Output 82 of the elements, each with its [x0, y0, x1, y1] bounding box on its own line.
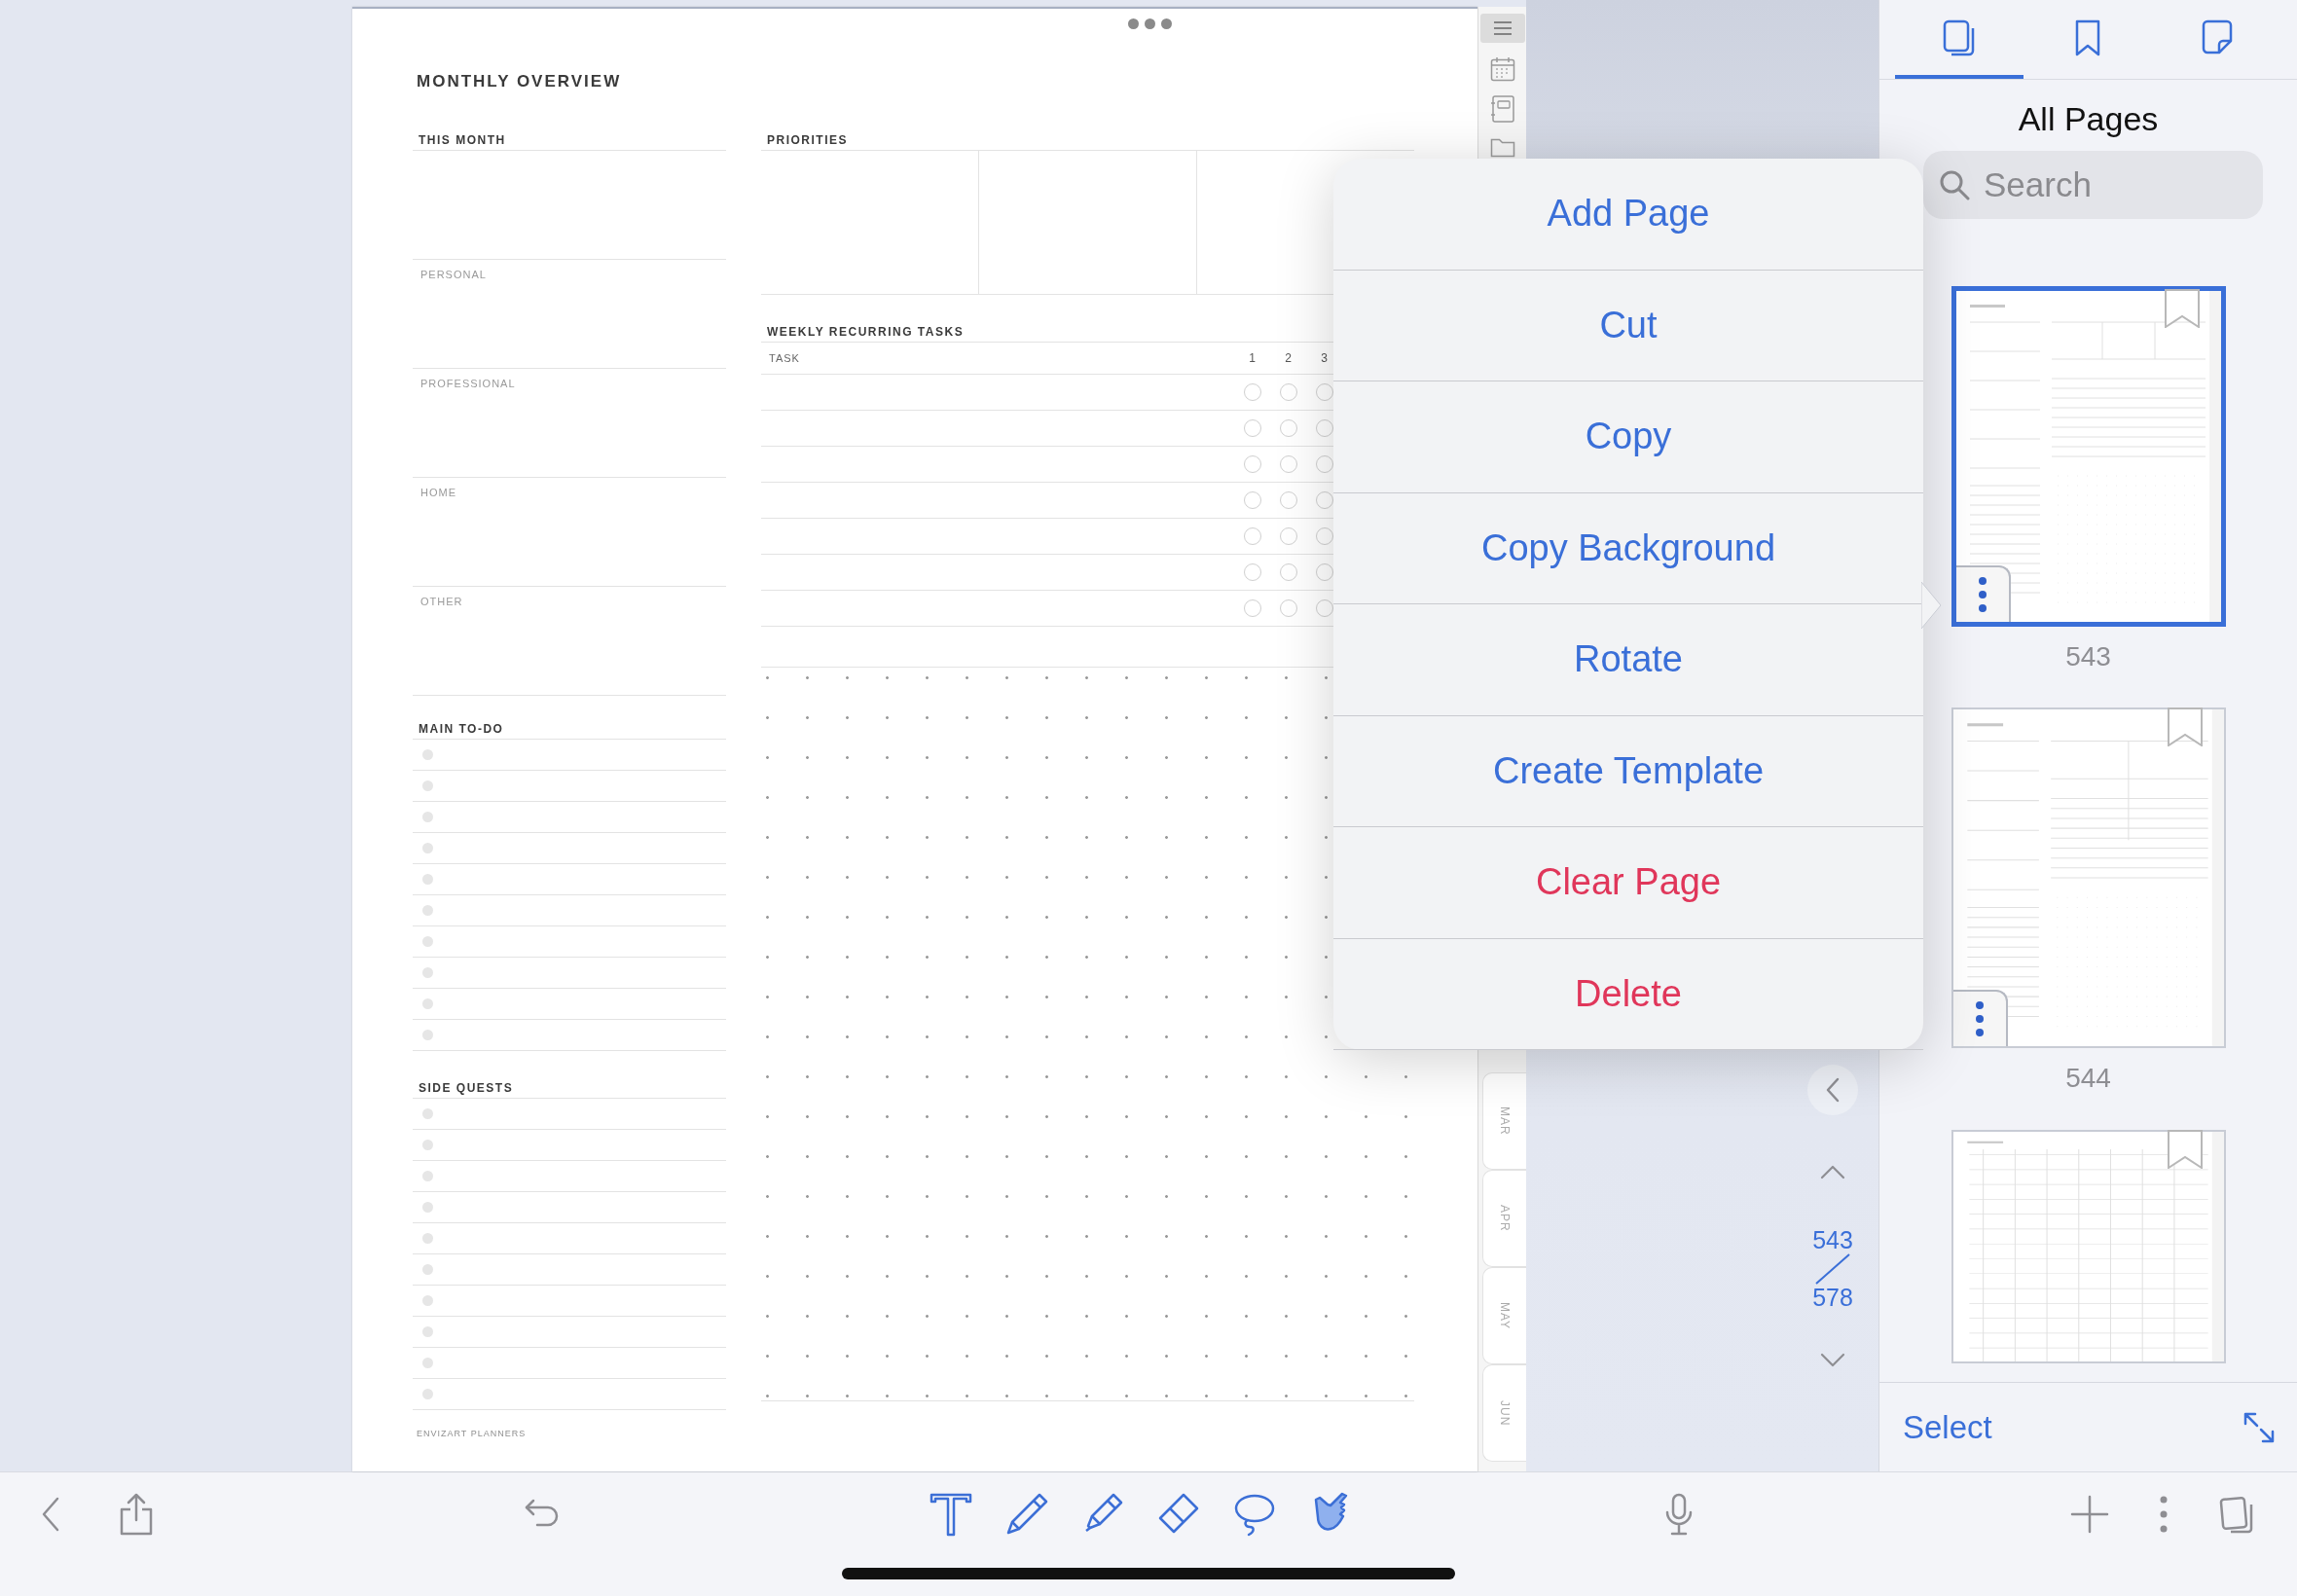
more-icon — [2159, 1495, 2169, 1534]
bookmark-icon[interactable] — [2167, 1130, 2203, 1169]
search-icon — [1939, 168, 1970, 200]
section-heading: THIS MONTH — [419, 132, 506, 149]
text-tool-icon — [929, 1492, 973, 1537]
bullet-icon — [422, 843, 433, 853]
share-icon — [118, 1493, 155, 1536]
page-menu-tab[interactable] — [1952, 990, 2008, 1047]
chevron-up-icon — [1820, 1164, 1845, 1179]
next-page-button[interactable] — [1820, 1353, 1845, 1368]
month-tab[interactable]: MAY — [1481, 1267, 1527, 1364]
bullet-icon — [422, 1030, 433, 1040]
bullet-icon — [422, 1171, 433, 1181]
bullet-icon — [422, 1326, 433, 1337]
bullet-icon — [422, 812, 433, 822]
expand-icon — [2242, 1410, 2276, 1444]
menu-icon — [1492, 21, 1513, 35]
month-tab[interactable]: APR — [1481, 1170, 1527, 1267]
section-heading: SIDE QUESTS — [419, 1080, 514, 1097]
section-heading: PRIORITIES — [767, 132, 848, 149]
month-tab[interactable]: MAR — [1481, 1072, 1527, 1170]
chevron-down-icon — [1820, 1353, 1845, 1368]
column-header: 3 — [1321, 350, 1328, 367]
previous-page-button[interactable] — [1820, 1164, 1845, 1179]
column-header: TASK — [768, 350, 800, 366]
bookmark-icon[interactable] — [2164, 288, 2200, 328]
search-field[interactable]: Search — [1923, 150, 2263, 219]
section-heading: MAIN TO-DO — [419, 721, 504, 738]
bookmark-icon[interactable] — [2167, 707, 2203, 747]
menu-item[interactable]: Delete — [1333, 938, 1923, 1050]
bullet-icon — [422, 1202, 433, 1213]
lasso-icon — [1232, 1492, 1277, 1537]
section-label: OTHER — [419, 595, 463, 609]
section-heading: WEEKLY RECURRING TASKS — [767, 324, 965, 341]
section-label: PROFESSIONAL — [419, 377, 516, 391]
bullet-icon — [422, 905, 433, 916]
page-menu-tab[interactable] — [1955, 564, 2011, 622]
back-button[interactable] — [1807, 1065, 1858, 1115]
menu-item[interactable]: Copy Background — [1333, 492, 1923, 604]
footer-text: ENVIZART PLANNERS — [417, 1428, 527, 1440]
menu-item[interactable]: Copy — [1333, 381, 1923, 493]
page-count: 578 — [1812, 1286, 1853, 1310]
bullet-icon — [422, 780, 433, 791]
notebook-icon[interactable] — [1489, 95, 1515, 123]
page-number: 544 — [2065, 1062, 2111, 1095]
slash-divider-icon — [1813, 1252, 1852, 1286]
menu-item[interactable]: Clear Page — [1333, 827, 1923, 939]
menu-item[interactable]: Cut — [1333, 270, 1923, 381]
bullet-icon — [422, 1108, 433, 1119]
bullet-icon — [422, 1233, 433, 1244]
menu-button[interactable] — [1479, 14, 1525, 43]
more-icon[interactable] — [1128, 18, 1172, 29]
bullet-icon — [422, 998, 433, 1009]
bullet-icon — [422, 749, 433, 760]
bullet-icon — [422, 1295, 433, 1306]
plus-icon — [2070, 1495, 2109, 1534]
section-label: PERSONAL — [419, 268, 487, 282]
page-number: 543 — [2065, 639, 2111, 673]
select-button[interactable]: Select — [1903, 1402, 1992, 1452]
chevron-left-icon — [1825, 1077, 1841, 1103]
month-tab[interactable]: JUN — [1481, 1364, 1527, 1462]
microphone-icon — [1664, 1493, 1694, 1536]
expand-button[interactable] — [2242, 1410, 2276, 1444]
chevron-left-icon — [41, 1497, 60, 1532]
bullet-icon — [422, 936, 433, 947]
page-number: 543 — [1812, 1228, 1853, 1252]
column-header: 2 — [1285, 350, 1292, 367]
menu-item[interactable]: Add Page — [1333, 159, 1923, 271]
panel-title: All Pages — [2018, 99, 2159, 139]
bullet-icon — [422, 1264, 433, 1275]
bullet-icon — [422, 1389, 433, 1399]
bullet-icon — [422, 1140, 433, 1150]
calendar-icon[interactable] — [1489, 56, 1515, 82]
column-header: 1 — [1249, 350, 1256, 367]
bullet-icon — [422, 1358, 433, 1368]
menu-item[interactable]: Create Template — [1333, 715, 1923, 827]
section-label: HOME — [419, 486, 456, 500]
folder-icon[interactable] — [1489, 136, 1515, 158]
bullet-icon — [422, 967, 433, 978]
pen-icon — [1004, 1492, 1049, 1537]
page-title: MONTHLY OVERVIEW — [417, 71, 622, 92]
bullet-icon — [422, 874, 433, 885]
